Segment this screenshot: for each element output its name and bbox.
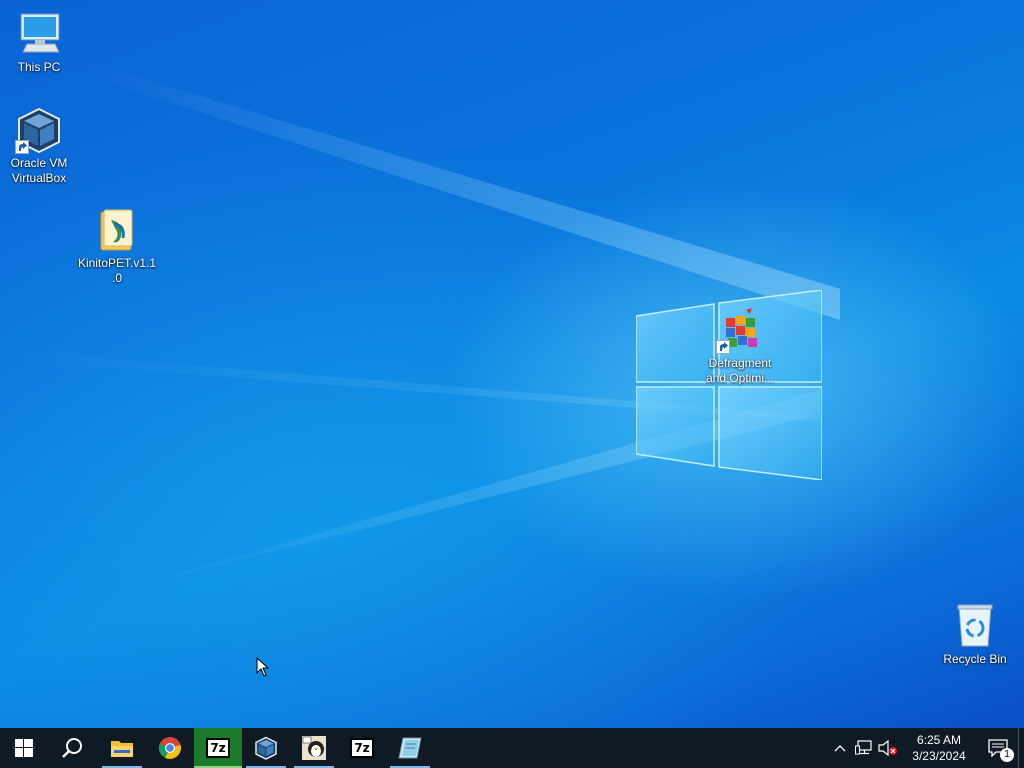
mouse-cursor-icon — [256, 657, 270, 677]
notepad-icon — [398, 737, 422, 759]
desktop-icon-label: Defragment and Optimi... — [705, 356, 775, 385]
desktop-icon-label: KinitoPET.v1.1.0 — [77, 256, 157, 285]
desktop[interactable]: This PC Oracle VM VirtualBox KinitoPET.v… — [0, 0, 1024, 728]
desktop-icon-this-pc[interactable]: This PC — [0, 10, 79, 75]
clock-date: 3/23/2024 — [912, 749, 966, 763]
volume-muted-icon — [878, 740, 897, 756]
start-button[interactable] — [0, 728, 48, 768]
taskbar-7zip[interactable]: 7z — [194, 728, 242, 768]
desktop-icon-defragment[interactable]: Defragment and Optimi... — [700, 306, 780, 386]
desktop-icon-label: This PC — [17, 60, 61, 74]
clock[interactable]: 6:25 AM 3/23/2024 — [900, 732, 978, 764]
taskbar: 7z 7z 6:25 AM 3/23/2024 1 — [0, 728, 1024, 768]
desktop-icon-recycle-bin[interactable]: Recycle Bin — [935, 602, 1015, 667]
seven-zip-label: 7z — [354, 741, 370, 755]
desktop-icon-label: Recycle Bin — [943, 652, 1007, 666]
file-explorer-icon — [111, 741, 133, 757]
desktop-icon-virtualbox[interactable]: Oracle VM VirtualBox — [0, 106, 79, 186]
action-center-button[interactable]: 1 — [978, 728, 1018, 768]
network-button[interactable] — [852, 728, 876, 768]
search-button[interactable] — [48, 728, 96, 768]
folder-icon — [93, 206, 141, 254]
recycle-bin-icon — [951, 602, 999, 650]
taskbar-chrome[interactable] — [146, 728, 194, 768]
chevron-up-icon — [834, 745, 846, 752]
show-hidden-icons-button[interactable] — [828, 728, 852, 768]
virtualbox-icon — [255, 736, 277, 760]
taskbar-notepad[interactable] — [386, 728, 434, 768]
desktop-icon-kinitopet-folder[interactable]: KinitoPET.v1.1.0 — [77, 206, 157, 286]
defragment-icon — [716, 306, 764, 354]
seven-zip-label: 7z — [210, 741, 226, 755]
windows-start-icon — [15, 739, 33, 757]
clock-time: 6:25 AM — [916, 733, 962, 747]
shortcut-arrow-icon — [716, 340, 730, 354]
system-tray: 6:25 AM 3/23/2024 1 — [828, 728, 1024, 768]
chrome-icon — [158, 737, 181, 759]
seven-zip-icon: 7z — [350, 738, 374, 758]
virtualbox-icon — [15, 106, 63, 154]
notification-count-badge: 1 — [1000, 748, 1014, 762]
seven-zip-icon: 7z — [206, 738, 230, 758]
taskbar-penguin-app[interactable] — [290, 728, 338, 768]
taskbar-virtualbox[interactable] — [242, 728, 290, 768]
taskbar-7zip-2[interactable]: 7z — [338, 728, 386, 768]
computer-icon — [15, 10, 63, 58]
network-icon — [855, 740, 872, 755]
show-desktop-button[interactable] — [1018, 728, 1024, 768]
shortcut-arrow-icon — [15, 140, 29, 154]
search-icon — [62, 738, 82, 758]
penguin-app-icon — [302, 736, 326, 760]
taskbar-file-explorer[interactable] — [98, 728, 146, 768]
wallpaper-light-beam — [80, 60, 840, 320]
desktop-icon-label: Oracle VM VirtualBox — [10, 156, 68, 185]
volume-button[interactable] — [876, 728, 900, 768]
